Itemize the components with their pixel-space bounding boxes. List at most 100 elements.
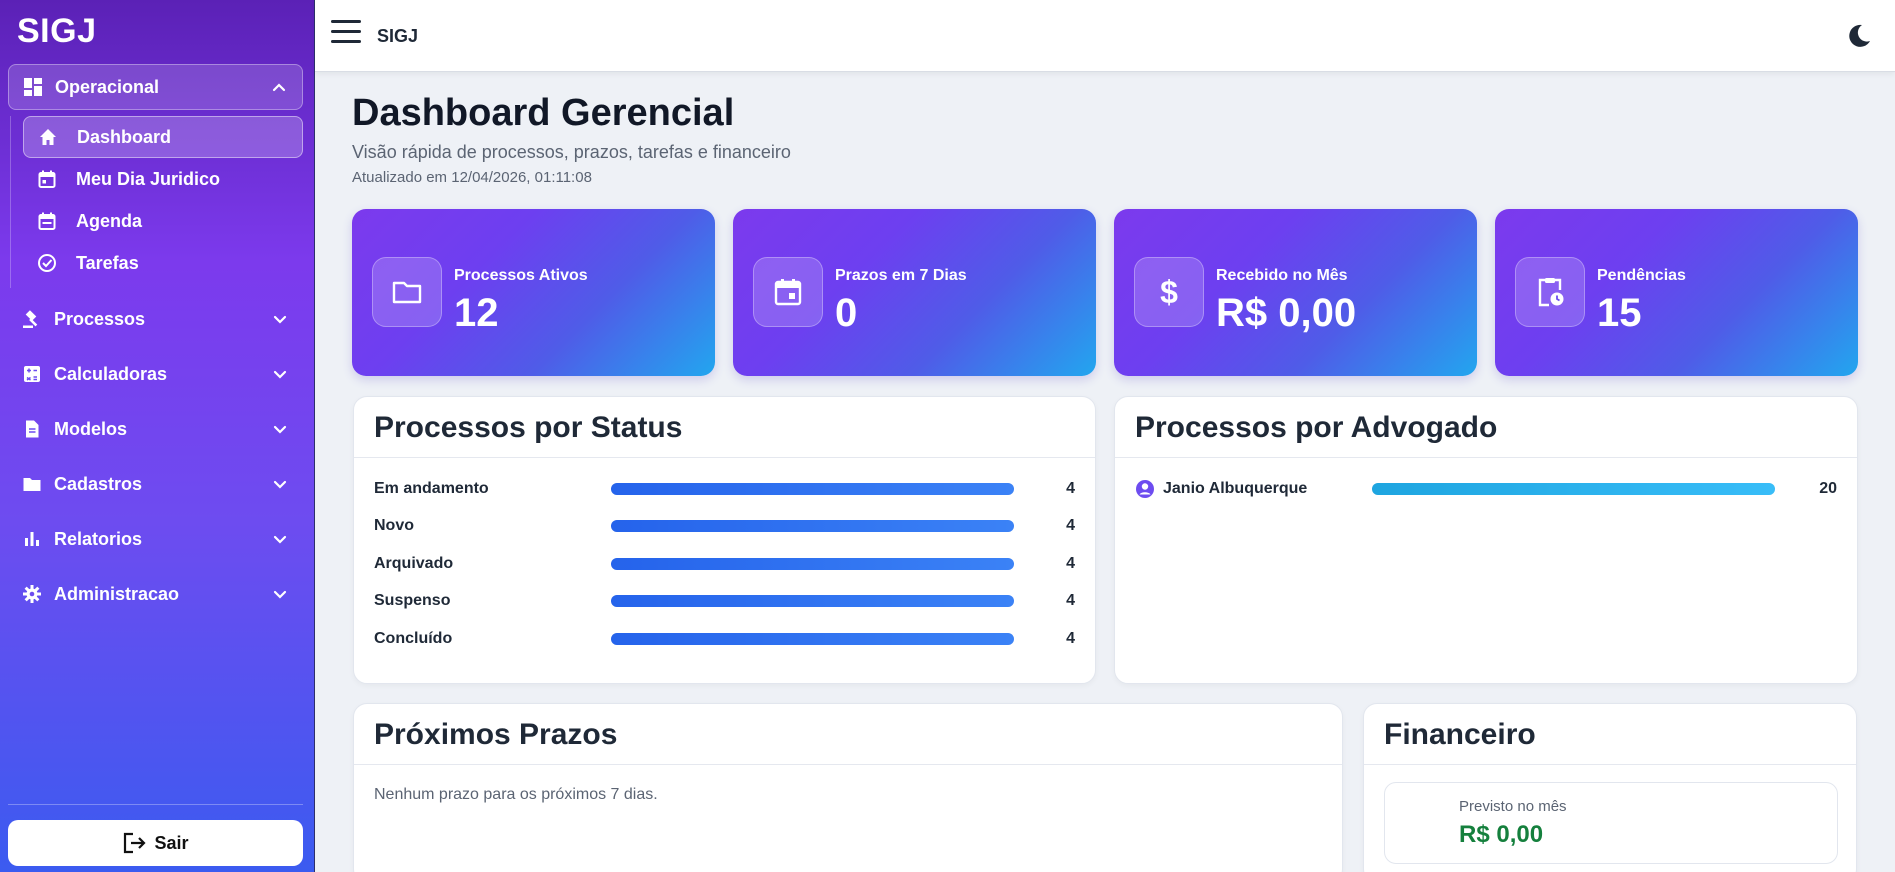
status-row: Concluído 4 (374, 628, 1075, 650)
finance-label: Previsto no mês (1459, 798, 1567, 815)
lawyer-label-wrap: Janio Albuquerque (1135, 479, 1372, 499)
status-bar-fill (611, 483, 1014, 495)
chevron-down-icon (273, 535, 287, 544)
status-bar-track (611, 558, 1014, 570)
nav-group-label: Operacional (55, 76, 160, 97)
kpi-label: Pendências (1597, 267, 1686, 284)
lawyer-name: Janio Albuquerque (1163, 480, 1308, 497)
finance-forecast-box: Previsto no mês R$ 0,00 (1384, 782, 1838, 864)
status-count: 4 (1066, 517, 1075, 534)
gavel-icon (21, 308, 43, 330)
status-bar-track (611, 483, 1014, 495)
topbar: SIGJ (315, 0, 1895, 72)
nav-group-label: Administracao (54, 583, 180, 604)
sidebar-item-dashboard[interactable]: Dashboard (23, 116, 303, 158)
status-bar-fill (611, 520, 1014, 532)
status-count: 4 (1066, 555, 1075, 572)
kpi-label: Processos Ativos (454, 267, 588, 284)
page-subtitle: Visão rápida de processos, prazos, taref… (352, 142, 791, 162)
lawyer-bar-track (1372, 483, 1775, 495)
kpi-label: Prazos em 7 Dias (835, 267, 967, 284)
calendar-icon (36, 210, 58, 232)
kpi-value: 0 (835, 291, 858, 335)
finance-card: Financeiro Previsto no mês R$ 0,00 (1363, 703, 1857, 872)
nav-group-administracao[interactable]: Administracao (8, 571, 303, 617)
nav-group-calculadoras[interactable]: Calculadoras (8, 351, 303, 397)
clipboard-clock-icon (1515, 257, 1585, 327)
nav-group-modelos[interactable]: Modelos (8, 406, 303, 452)
status-label: Suspenso (374, 592, 451, 609)
kpi-card-recebido: $ Recebido no Mês R$ 0,00 (1114, 209, 1477, 376)
dark-mode-toggle-icon[interactable] (1845, 22, 1873, 50)
brand-logo[interactable]: SIGJ (17, 12, 96, 51)
kpi-card-pendencias: Pendências 15 (1495, 209, 1858, 376)
nav-group-cadastros[interactable]: Cadastros (8, 461, 303, 507)
chevron-up-icon (272, 83, 286, 92)
chevron-down-icon (273, 370, 287, 379)
status-bar-fill (611, 558, 1014, 570)
card-title: Próximos Prazos (354, 704, 1342, 765)
folder-icon (21, 473, 43, 495)
card-title: Financeiro (1364, 704, 1856, 765)
nav-group-relatorios[interactable]: Relatorios (8, 516, 303, 562)
document-icon (21, 418, 43, 440)
chevron-down-icon (273, 480, 287, 489)
user-avatar-icon (1136, 480, 1154, 498)
sidebar-item-label: Meu Dia Juridico (76, 168, 221, 189)
deadlines-card: Próximos Prazos Nenhum prazo para os pró… (353, 703, 1343, 872)
nav-group-label: Cadastros (54, 473, 143, 494)
chevron-down-icon (273, 315, 287, 324)
chevron-down-icon (273, 425, 287, 434)
gear-icon (21, 583, 43, 605)
lawyer-card: Processos por Advogado Janio Albuquerque… (1114, 396, 1858, 684)
topbar-title: SIGJ (377, 26, 419, 46)
check-circle-icon (36, 252, 58, 274)
card-title: Processos por Advogado (1115, 397, 1857, 458)
kpi-card-processos-ativos: Processos Ativos 12 (352, 209, 715, 376)
calculator-icon (21, 363, 43, 385)
sidebar: SIGJ Operacional Dashboard Meu Dia Jurid… (0, 0, 315, 872)
kpi-value: R$ 0,00 (1216, 291, 1357, 335)
nav-group-label: Relatorios (54, 528, 143, 549)
status-count: 4 (1066, 480, 1075, 497)
status-row: Novo 4 (374, 515, 1075, 537)
lawyer-bar-fill (1372, 483, 1775, 495)
logout-button[interactable]: Sair (8, 820, 303, 866)
status-bar-track (611, 595, 1014, 607)
sidebar-divider (8, 804, 303, 805)
submenu-line (10, 116, 11, 288)
sidebar-item-tarefas[interactable]: Tarefas (23, 242, 303, 284)
sidebar-item-meu-dia-juridico[interactable]: Meu Dia Juridico (23, 158, 303, 200)
nav-group-processos[interactable]: Processos (8, 296, 303, 342)
chevron-down-icon (273, 590, 287, 599)
status-card: Processos por Status Em andamento 4 Novo… (353, 396, 1096, 684)
status-bar-fill (611, 595, 1014, 607)
dashboard-grid-icon (22, 76, 44, 98)
nav-group-label: Modelos (54, 418, 128, 439)
status-bar-track (611, 520, 1014, 532)
sidebar-item-label: Tarefas (76, 252, 139, 273)
status-bar-track (611, 633, 1014, 645)
folder-icon (372, 257, 442, 327)
status-count: 4 (1066, 630, 1075, 647)
nav-group-operacional[interactable]: Operacional (8, 64, 303, 110)
status-label: Em andamento (374, 480, 489, 497)
status-count: 4 (1066, 592, 1075, 609)
menu-toggle-icon[interactable] (331, 20, 361, 46)
sidebar-item-agenda[interactable]: Agenda (23, 200, 303, 242)
empty-state-text: Nenhum prazo para os próximos 7 dias. (374, 786, 658, 803)
status-row: Em andamento 4 (374, 478, 1075, 500)
page-title: Dashboard Gerencial (352, 92, 735, 134)
status-label: Concluído (374, 630, 453, 647)
kpi-label: Recebido no Mês (1216, 267, 1348, 284)
status-row: Arquivado 4 (374, 553, 1075, 575)
nav-group-label: Calculadoras (54, 363, 168, 384)
sidebar-item-label: Dashboard (77, 126, 172, 147)
bar-chart-icon (21, 528, 43, 550)
finance-value: R$ 0,00 (1459, 821, 1544, 848)
nav-group-label: Processos (54, 308, 146, 329)
calendar-icon (753, 257, 823, 327)
home-icon (37, 126, 59, 148)
updated-timestamp: Atualizado em 12/04/2026, 01:11:08 (352, 169, 592, 186)
logout-icon (124, 832, 147, 854)
